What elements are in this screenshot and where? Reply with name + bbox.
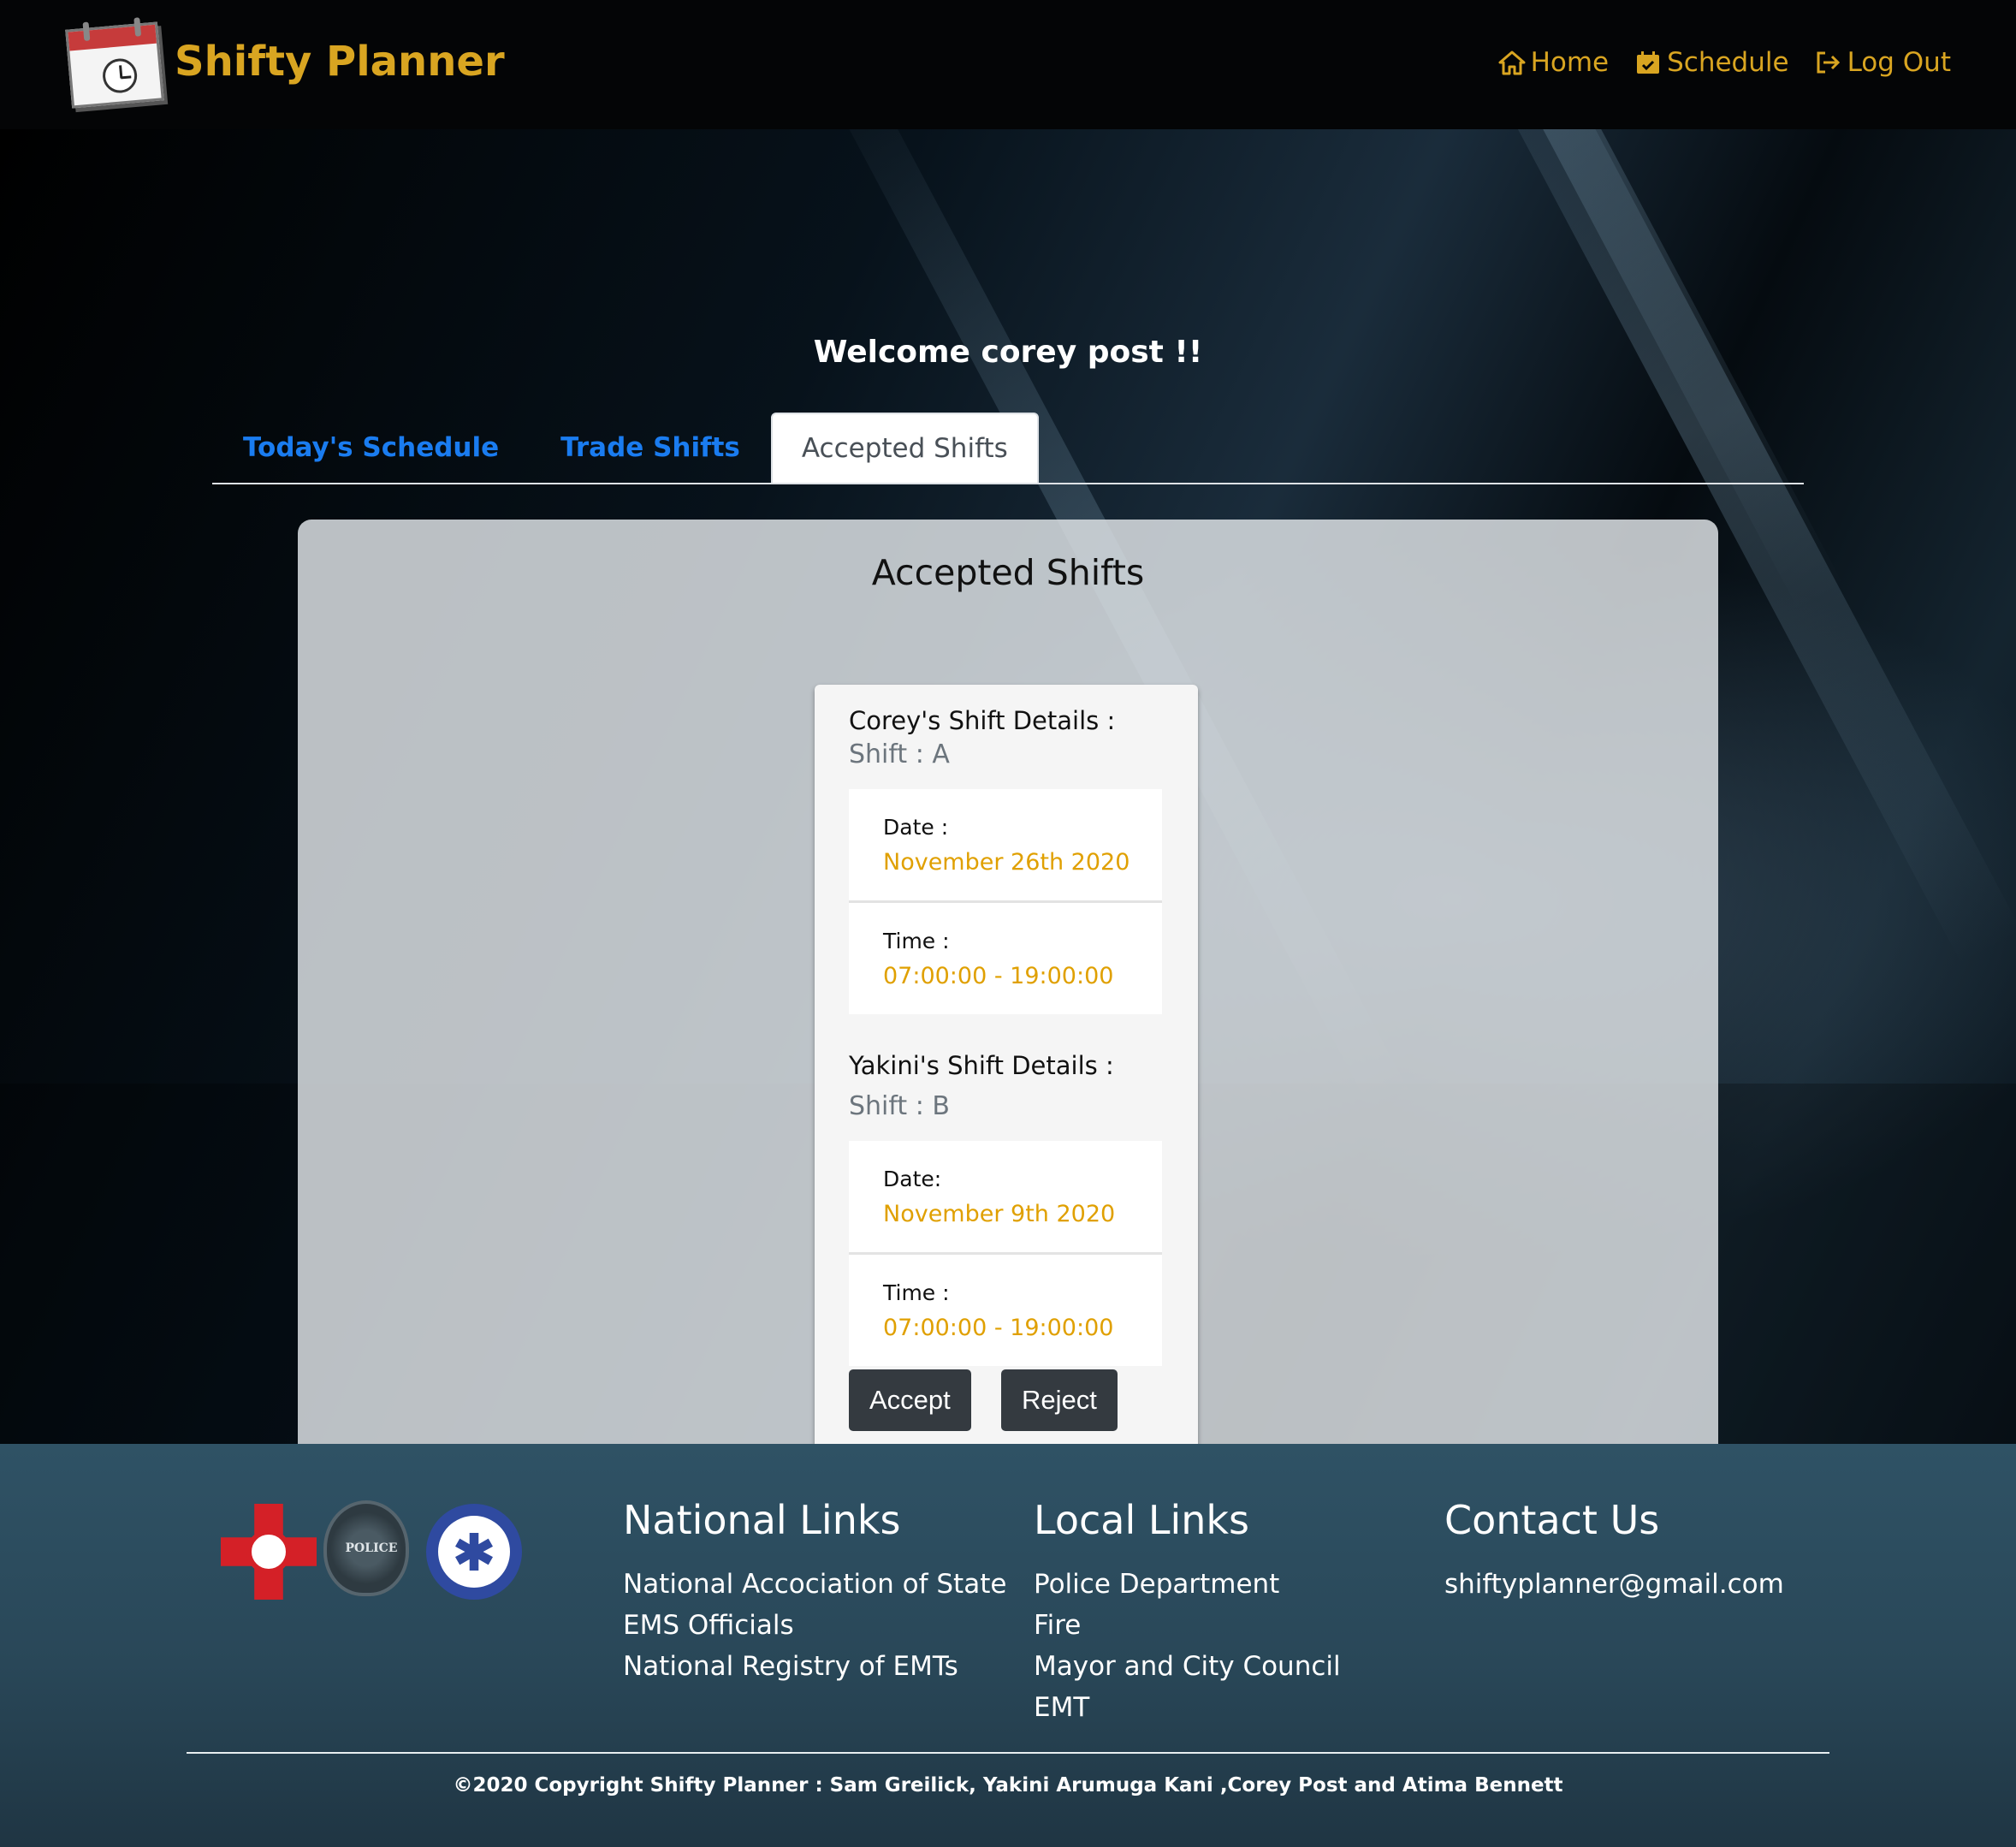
second-date-box: Date: November 9th 2020 xyxy=(849,1141,1162,1252)
local-link-mayor[interactable]: Mayor and City Council xyxy=(1034,1646,1341,1687)
second-shift-title: Yakini's Shift Details : xyxy=(849,1051,1114,1080)
nav-schedule-label: Schedule xyxy=(1667,47,1789,78)
hero-section: Welcome corey post !! Today's Schedule T… xyxy=(0,129,2016,1444)
national-links-heading: National Links xyxy=(623,1497,901,1543)
tab-accepted-shifts[interactable]: Accepted Shifts xyxy=(770,413,1039,484)
footer-divider xyxy=(187,1752,1829,1754)
footer: POLICE National Links National Accociati… xyxy=(0,1444,2016,1847)
second-time-box: Time : 07:00:00 - 19:00:00 xyxy=(849,1255,1162,1366)
second-shift-label: Shift : B xyxy=(849,1091,950,1121)
first-shift-label: Shift : A xyxy=(849,739,950,769)
local-link-emt[interactable]: EMT xyxy=(1034,1687,1341,1728)
contact-heading: Contact Us xyxy=(1444,1497,1660,1543)
navbar: Shifty Planner Home Schedule Log Out xyxy=(0,0,2016,129)
contact-email-link[interactable]: shiftyplanner@gmail.com xyxy=(1444,1564,1784,1605)
police-badge-icon: POLICE xyxy=(323,1500,419,1600)
ems-star-of-life-icon xyxy=(426,1504,522,1600)
second-date-label: Date: xyxy=(883,1167,942,1191)
sign-out-icon xyxy=(1817,51,1840,74)
second-time-label: Time : xyxy=(883,1280,950,1305)
fire-dept-badge-icon xyxy=(221,1504,317,1600)
first-time-label: Time : xyxy=(883,929,950,953)
service-badges: POLICE xyxy=(221,1500,522,1600)
copyright-text: ©2020 Copyright Shifty Planner : Sam Gre… xyxy=(453,1774,1563,1797)
first-time-value: 07:00:00 - 19:00:00 xyxy=(883,963,1114,989)
local-links-heading: Local Links xyxy=(1034,1497,1250,1543)
calendar-check-icon xyxy=(1637,51,1660,74)
first-time-box: Time : 07:00:00 - 19:00:00 xyxy=(849,903,1162,1014)
second-date-value: November 9th 2020 xyxy=(883,1201,1116,1227)
first-date-box: Date : November 26th 2020 xyxy=(849,789,1162,900)
nav-home-label: Home xyxy=(1530,47,1610,78)
national-link-nremt[interactable]: National Registry of EMTs xyxy=(623,1646,1008,1687)
tab-bar: Today's Schedule Trade Shifts Accepted S… xyxy=(212,413,1804,484)
local-links-column: Local Links Police Department Fire Mayor… xyxy=(1034,1497,1341,1728)
first-shift-title: Corey's Shift Details : xyxy=(849,706,1116,735)
nav-logout-label: Log Out xyxy=(1847,47,1951,78)
accept-button[interactable]: Accept xyxy=(849,1369,971,1431)
local-link-fire[interactable]: Fire xyxy=(1034,1605,1341,1646)
contact-column: Contact Us shiftyplanner@gmail.com xyxy=(1444,1497,1784,1605)
calendar-clock-logo xyxy=(60,14,168,110)
nav-logout-link[interactable]: Log Out xyxy=(1815,47,1951,78)
brand[interactable]: Shifty Planner xyxy=(60,14,505,110)
home-icon xyxy=(1498,50,1526,75)
nav-links: Home Schedule Log Out xyxy=(1498,47,1951,78)
national-link-nasemso[interactable]: National Accociation of State EMS Offici… xyxy=(623,1564,1008,1646)
nav-schedule-link[interactable]: Schedule xyxy=(1634,47,1789,78)
accepted-shifts-panel: Accepted Shifts Corey's Shift Details : … xyxy=(298,520,1718,1444)
national-links-column: National Links National Accociation of S… xyxy=(623,1497,1008,1687)
nav-home-link[interactable]: Home xyxy=(1498,47,1610,78)
reject-button[interactable]: Reject xyxy=(1001,1369,1118,1431)
tab-trade-shifts[interactable]: Trade Shifts xyxy=(530,413,771,483)
local-link-police[interactable]: Police Department xyxy=(1034,1564,1341,1605)
tab-todays-schedule[interactable]: Today's Schedule xyxy=(212,413,530,483)
first-date-label: Date : xyxy=(883,815,949,840)
shift-trade-card: Corey's Shift Details : Shift : A Date :… xyxy=(815,685,1198,1444)
panel-title: Accepted Shifts xyxy=(871,552,1145,593)
second-time-value: 07:00:00 - 19:00:00 xyxy=(883,1315,1114,1341)
brand-name: Shifty Planner xyxy=(175,38,505,86)
first-date-value: November 26th 2020 xyxy=(883,849,1130,876)
welcome-message: Welcome corey post !! xyxy=(813,335,1203,370)
